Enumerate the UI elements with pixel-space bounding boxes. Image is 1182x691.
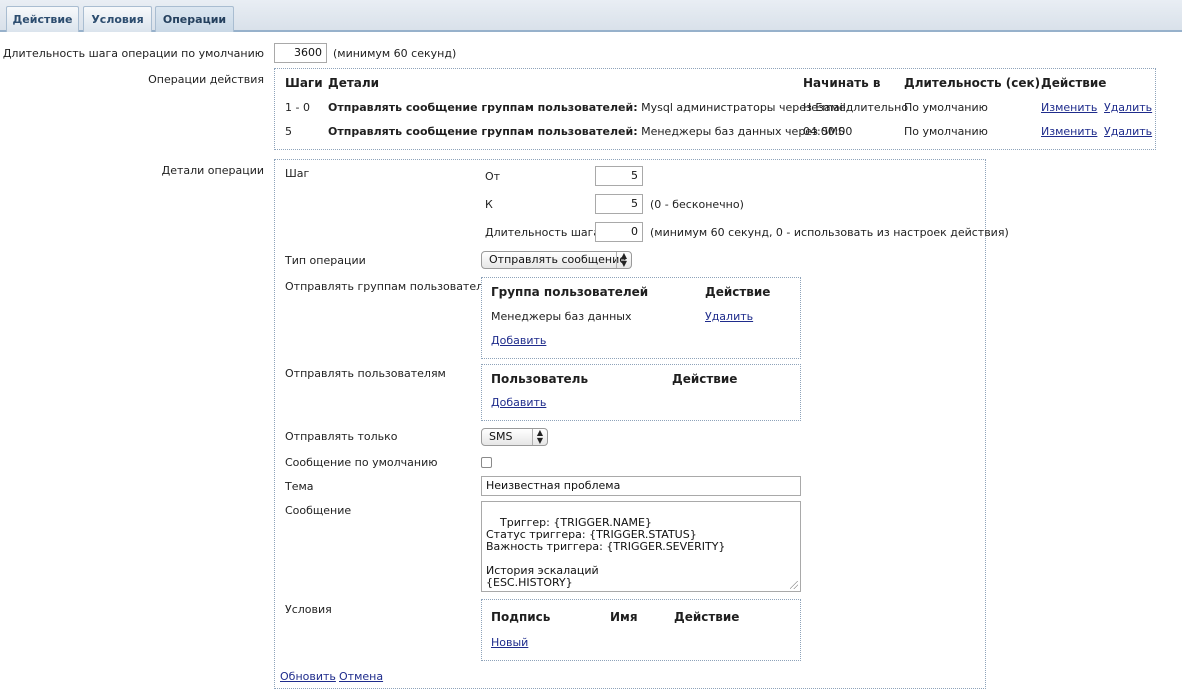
tab-action[interactable]: Действие: [6, 6, 79, 32]
row1-details: Отправлять сообщение группам пользовател…: [328, 101, 846, 114]
users-table: Пользователь Действие Добавить: [481, 364, 801, 421]
message-text: Триггер: {TRIGGER.NAME} Статус триггера:…: [486, 516, 726, 589]
default-step-label: Длительность шага операции по умолчанию: [2, 47, 264, 60]
group-row-name: Менеджеры баз данных: [491, 310, 632, 323]
users-header-action: Действие: [672, 372, 738, 386]
from-input[interactable]: 5: [595, 166, 643, 186]
col-start-header: Начинать в: [803, 76, 881, 90]
select-arrows-icon: ▲ ▼: [532, 429, 547, 445]
groups-add-link[interactable]: Добавить: [491, 334, 546, 347]
cond-new-link[interactable]: Новый: [491, 636, 528, 649]
to-hint: (0 - бесконечно): [650, 198, 744, 211]
users-add-link[interactable]: Добавить: [491, 396, 546, 409]
send-only-select[interactable]: SMS ▲ ▼: [481, 428, 548, 446]
send-only-label: Отправлять только: [285, 430, 398, 443]
col-action-header: Действие: [1041, 76, 1107, 90]
col-duration-header: Длительность (сек): [904, 76, 1041, 90]
default-step-input[interactable]: 3600: [274, 43, 327, 63]
tab-bar: Действие Условия Операции: [0, 0, 1182, 32]
row2-duration: По умолчанию: [904, 125, 988, 138]
row1-delete-link[interactable]: Удалить: [1104, 101, 1152, 114]
row2-delete-link[interactable]: Удалить: [1104, 125, 1152, 138]
group-row-delete-link[interactable]: Удалить: [705, 310, 753, 323]
subject-input[interactable]: Неизвестная проблема: [481, 476, 801, 496]
send-groups-label: Отправлять группам пользователей: [285, 280, 498, 293]
op-details-panel: Шаг От 5 К 5 (0 - бесконечно) Длительнос…: [274, 159, 1009, 689]
to-label: К: [485, 198, 493, 211]
update-link[interactable]: Обновить: [280, 670, 336, 683]
row1-duration: По умолчанию: [904, 101, 988, 114]
groups-table: Группа пользователей Действие Менеджеры …: [481, 277, 801, 359]
default-message-checkbox[interactable]: [481, 457, 492, 468]
default-step-hint: (минимум 60 секунд): [333, 47, 457, 60]
message-textarea[interactable]: Триггер: {TRIGGER.NAME} Статус триггера:…: [481, 501, 801, 592]
op-type-select[interactable]: Отправлять сообщение ▲ ▼: [481, 251, 632, 269]
step-duration-input[interactable]: 0: [595, 222, 643, 242]
row1-details-bold: Отправлять сообщение группам пользовател…: [328, 101, 638, 114]
tab-conditions[interactable]: Условия: [83, 6, 152, 32]
send-only-value: SMS: [489, 430, 513, 443]
conditions-table: Подпись Имя Действие Новый: [481, 599, 801, 661]
op-type-value: Отправлять сообщение: [489, 253, 627, 266]
tab-operations[interactable]: Операции: [155, 6, 234, 32]
groups-header-group: Группа пользователей: [491, 285, 649, 299]
cancel-link[interactable]: Отмена: [339, 670, 383, 683]
step-label: Шаг: [285, 167, 310, 180]
row2-details: Отправлять сообщение группам пользовател…: [328, 125, 845, 138]
from-label: От: [485, 170, 501, 183]
col-steps-header: Шаги: [285, 76, 323, 90]
row2-edit-link[interactable]: Изменить: [1041, 125, 1097, 138]
cond-header-action: Действие: [674, 610, 740, 624]
row1-edit-link[interactable]: Изменить: [1041, 101, 1097, 114]
cond-header-name: Имя: [610, 610, 638, 624]
op-type-label: Тип операции: [285, 254, 366, 267]
resize-handle-icon[interactable]: [790, 581, 798, 589]
row1-start: Незамедлительно: [803, 101, 909, 114]
row1-steps: 1 - 0: [285, 101, 310, 114]
op-details-label: Детали операции: [161, 164, 264, 177]
row2-start: 04:00:00: [803, 125, 853, 138]
row2-steps: 5: [285, 125, 292, 138]
to-input[interactable]: 5: [595, 194, 643, 214]
cond-header-label: Подпись: [491, 610, 551, 624]
default-message-label: Сообщение по умолчанию: [285, 456, 438, 469]
col-details-header: Детали: [328, 76, 380, 90]
groups-header-action: Действие: [705, 285, 771, 299]
send-users-label: Отправлять пользователям: [285, 367, 446, 380]
operations-table: Шаги Детали Начинать в Длительность (сек…: [274, 68, 1156, 150]
conditions-label: Условия: [285, 603, 332, 616]
select-arrows-icon: ▲ ▼: [616, 252, 631, 268]
users-header-user: Пользователь: [491, 372, 589, 386]
subject-label: Тема: [285, 480, 314, 493]
step-duration-label: Длительность шага: [485, 226, 601, 239]
row2-details-bold: Отправлять сообщение группам пользовател…: [328, 125, 638, 138]
message-label: Сообщение: [285, 504, 352, 517]
step-duration-hint: (минимум 60 секунд, 0 - использовать из …: [650, 226, 1009, 239]
operations-label: Операции действия: [148, 73, 264, 86]
